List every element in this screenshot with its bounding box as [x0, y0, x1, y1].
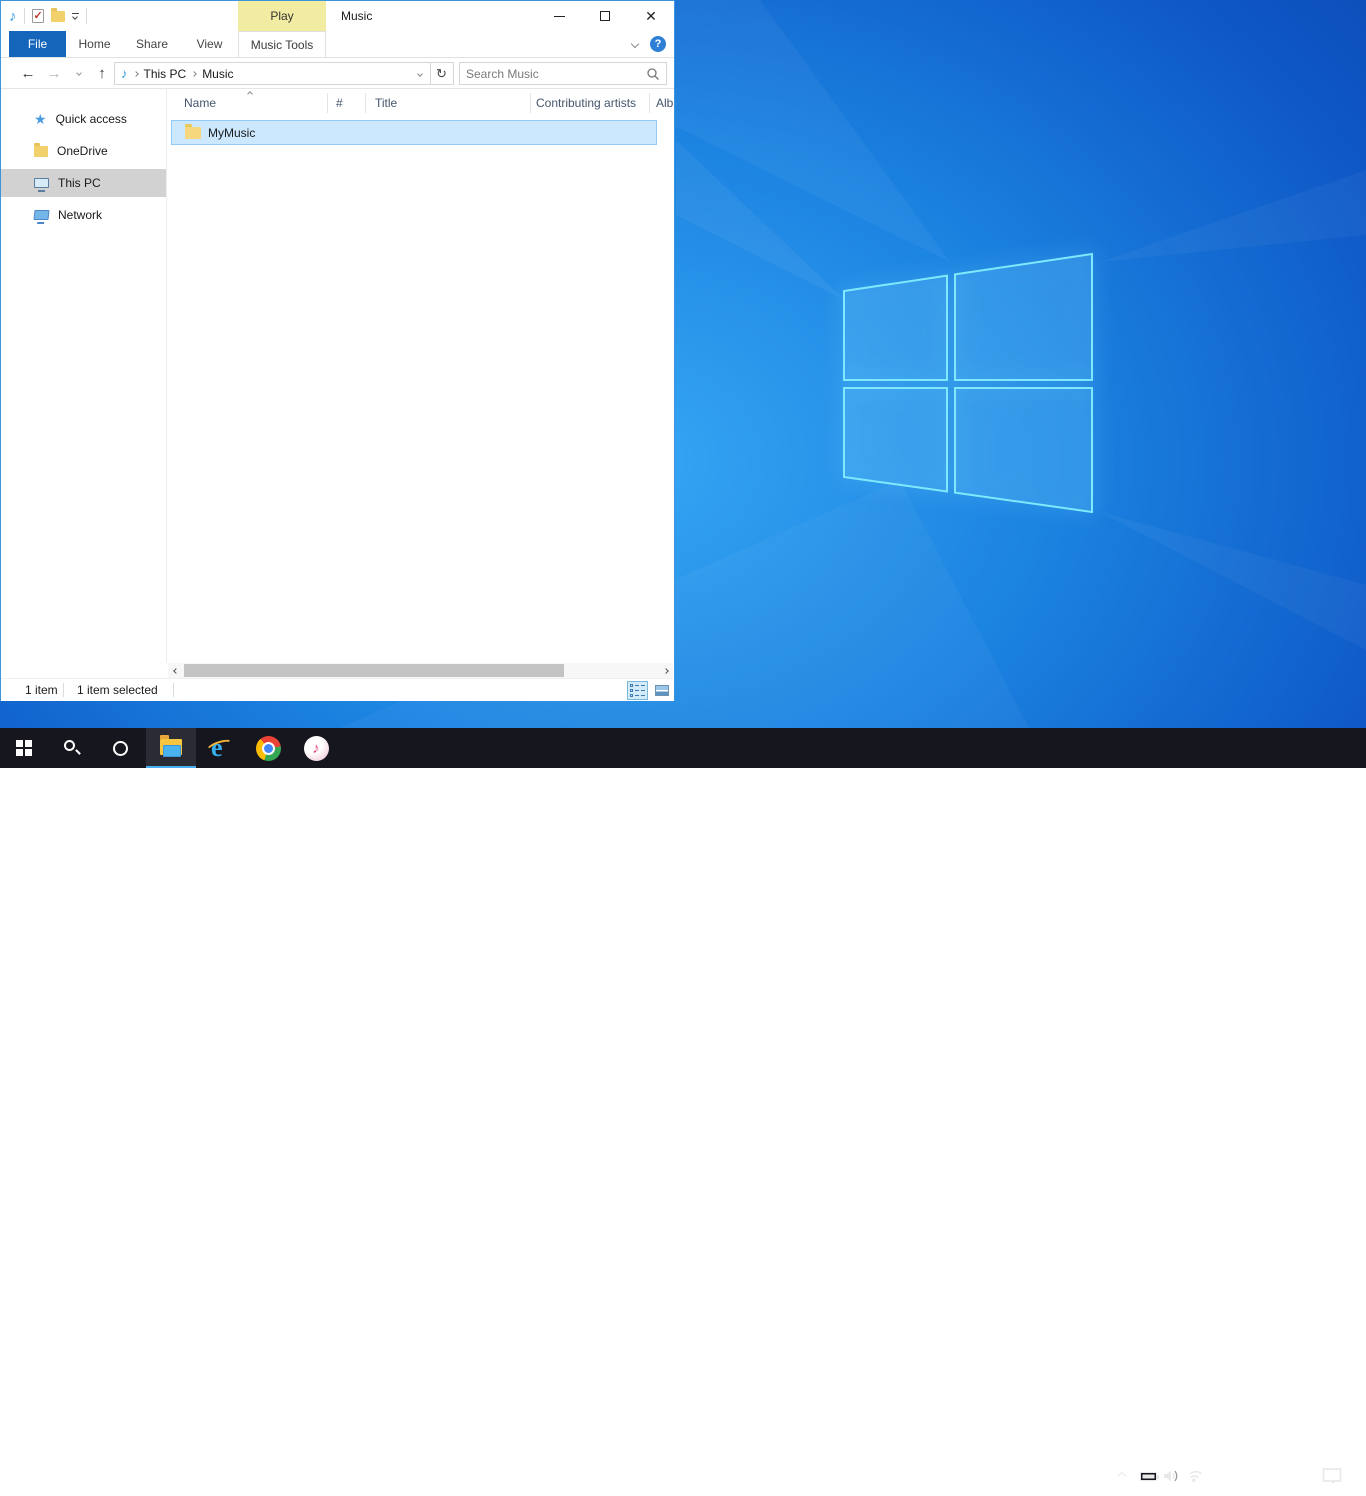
column-divider[interactable]	[649, 93, 650, 113]
cortana-button[interactable]	[96, 728, 144, 768]
battery-icon[interactable]	[1136, 1456, 1160, 1496]
file-name: MyMusic	[208, 126, 255, 140]
file-row-mymusic[interactable]: MyMusic	[171, 120, 657, 145]
new-folder-icon[interactable]	[51, 11, 65, 22]
column-header-name[interactable]: Name	[184, 89, 324, 117]
scroll-left-icon[interactable]	[168, 663, 183, 678]
sidebar-item-quick-access[interactable]: ★ Quick access	[1, 105, 166, 133]
search-icon[interactable]	[646, 67, 660, 81]
taskbar-search-button[interactable]	[48, 728, 96, 768]
taskbar: e ♪	[0, 728, 1366, 768]
taskbar-file-explorer-button[interactable]	[146, 728, 196, 768]
search-input[interactable]	[466, 67, 646, 81]
column-header-contributing-artists[interactable]: Contributing artists	[536, 89, 646, 117]
help-button[interactable]: ?	[650, 36, 666, 52]
up-icon[interactable]: ↑	[91, 58, 113, 88]
breadcrumb-this-pc[interactable]: This PC	[144, 67, 187, 81]
refresh-button[interactable]: ↻	[430, 62, 454, 85]
volume-icon[interactable]	[1160, 1456, 1184, 1496]
itunes-icon: ♪	[304, 736, 329, 761]
taskbar-itunes-button[interactable]: ♪	[292, 728, 340, 768]
network-icon	[33, 210, 49, 220]
search-box	[459, 62, 667, 85]
details-view-button[interactable]	[627, 681, 648, 700]
wifi-icon[interactable]	[1186, 1456, 1210, 1496]
column-header-number[interactable]: #	[336, 89, 364, 117]
divider	[86, 8, 87, 24]
windows-logo	[843, 253, 1093, 513]
thumbnail-view-icon	[655, 685, 669, 696]
chrome-icon	[256, 736, 281, 761]
tab-home[interactable]: Home	[66, 31, 123, 57]
divider	[173, 683, 174, 697]
status-bar: 1 item 1 item selected	[1, 678, 674, 701]
selection-count: 1 item selected	[77, 679, 158, 701]
tab-music-tools[interactable]: Music Tools	[238, 31, 326, 57]
divider	[63, 683, 64, 697]
properties-icon[interactable]: ✓	[32, 9, 44, 23]
sidebar-item-label: This PC	[58, 176, 101, 190]
onedrive-folder-icon	[34, 146, 48, 157]
windows-start-icon	[16, 740, 32, 756]
window-title: Music	[341, 1, 372, 31]
horizontal-scrollbar[interactable]	[168, 663, 673, 678]
folder-icon	[185, 127, 201, 139]
file-explorer-window: ♪ ✓ Play Music ✕ File Home Share View Mu…	[0, 0, 675, 701]
taskbar-chrome-button[interactable]	[244, 728, 292, 768]
internet-explorer-icon: e	[207, 735, 233, 761]
column-divider[interactable]	[530, 93, 531, 113]
start-button[interactable]	[0, 728, 48, 768]
breadcrumb-music[interactable]: Music	[202, 67, 233, 81]
quick-access-star-icon: ★	[34, 112, 47, 126]
sidebar-item-this-pc[interactable]: This PC	[1, 169, 166, 197]
scroll-right-icon[interactable]	[658, 663, 673, 678]
location-music-icon: ♪	[121, 67, 128, 80]
recent-locations-icon[interactable]	[71, 58, 87, 88]
column-header-title[interactable]: Title	[375, 89, 525, 117]
address-dropdown-icon[interactable]	[417, 71, 423, 77]
navigation-bar: ← → ↑ ♪ This PC Music ↻	[1, 58, 674, 89]
sidebar-item-label: Quick access	[56, 112, 127, 126]
app-music-icon[interactable]: ♪	[9, 9, 17, 24]
maximize-button[interactable]	[582, 1, 628, 31]
column-header-album[interactable]: Alb	[656, 89, 676, 117]
close-button[interactable]: ✕	[628, 1, 674, 31]
this-pc-monitor-icon	[34, 178, 49, 188]
breadcrumb-chevron-icon	[191, 71, 197, 77]
tab-view[interactable]: View	[181, 31, 238, 57]
thumbnail-view-button[interactable]	[651, 681, 672, 700]
forward-icon[interactable]: →	[43, 58, 65, 88]
sidebar-item-label: OneDrive	[57, 144, 108, 158]
column-divider[interactable]	[327, 93, 328, 113]
taskbar-internet-explorer-button[interactable]: e	[196, 728, 244, 768]
search-icon	[63, 739, 81, 757]
tab-file[interactable]: File	[9, 31, 66, 57]
show-hidden-icons-button[interactable]	[1110, 1456, 1134, 1496]
sidebar-item-onedrive[interactable]: OneDrive	[1, 137, 166, 165]
sidebar-item-label: Network	[58, 208, 102, 222]
details-view-icon	[630, 684, 645, 697]
file-explorer-icon	[160, 739, 182, 755]
file-list: Name # Title Contributing artists Alb My…	[168, 89, 673, 663]
tab-share[interactable]: Share	[123, 31, 181, 57]
column-divider[interactable]	[365, 93, 366, 113]
sidebar-item-network[interactable]: Network	[1, 201, 166, 229]
cortana-icon	[113, 741, 128, 756]
tab-play[interactable]: Play	[238, 1, 326, 31]
back-icon[interactable]: ←	[17, 58, 39, 88]
expand-ribbon-icon[interactable]	[631, 40, 639, 48]
breadcrumb-chevron-icon	[133, 71, 139, 77]
address-bar[interactable]: ♪ This PC Music	[114, 62, 431, 85]
minimize-button[interactable]	[536, 1, 582, 31]
divider	[24, 8, 25, 24]
action-center-button[interactable]	[1320, 1456, 1344, 1496]
title-bar: ♪ ✓ Play Music ✕	[1, 1, 674, 31]
scrollbar-thumb[interactable]	[184, 664, 564, 677]
item-count: 1 item	[25, 679, 58, 701]
customize-quick-access-toolbar-icon[interactable]	[72, 13, 79, 19]
ribbon-tab-row: File Home Share View Music Tools ?	[1, 31, 674, 58]
navigation-pane: ★ Quick access OneDrive This PC Network	[1, 89, 167, 663]
